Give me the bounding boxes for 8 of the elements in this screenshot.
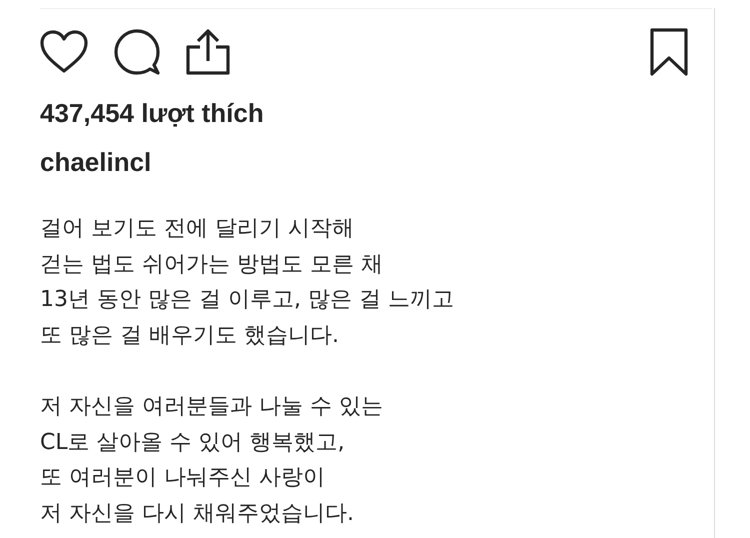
heart-icon[interactable]: [40, 30, 88, 74]
bookmark-icon[interactable]: [650, 28, 688, 76]
comment-icon[interactable]: [114, 29, 160, 75]
username-link[interactable]: chaelincl: [40, 146, 714, 178]
caption-paragraph: 저 자신을 여러분들과 나눌 수 있는 CL로 살아올 수 있어 행복했고, 또 여러분이 나눠주신 사랑이 저 자신을 다시 채워주었습니다.: [40, 392, 384, 528]
share-icon[interactable]: [186, 29, 230, 75]
likes-count[interactable]: 437,454 lượt thích: [40, 97, 714, 129]
caption-paragraph: 걸어 보기도 전에 달리기 시작해 걷는 법도 쉬어가는 방법도 모른 채 13년 동안 많은 걸 이루고, 많은 걸 느끼고 또 많은 걸 배우기도 했습니다.: [40, 215, 455, 350]
